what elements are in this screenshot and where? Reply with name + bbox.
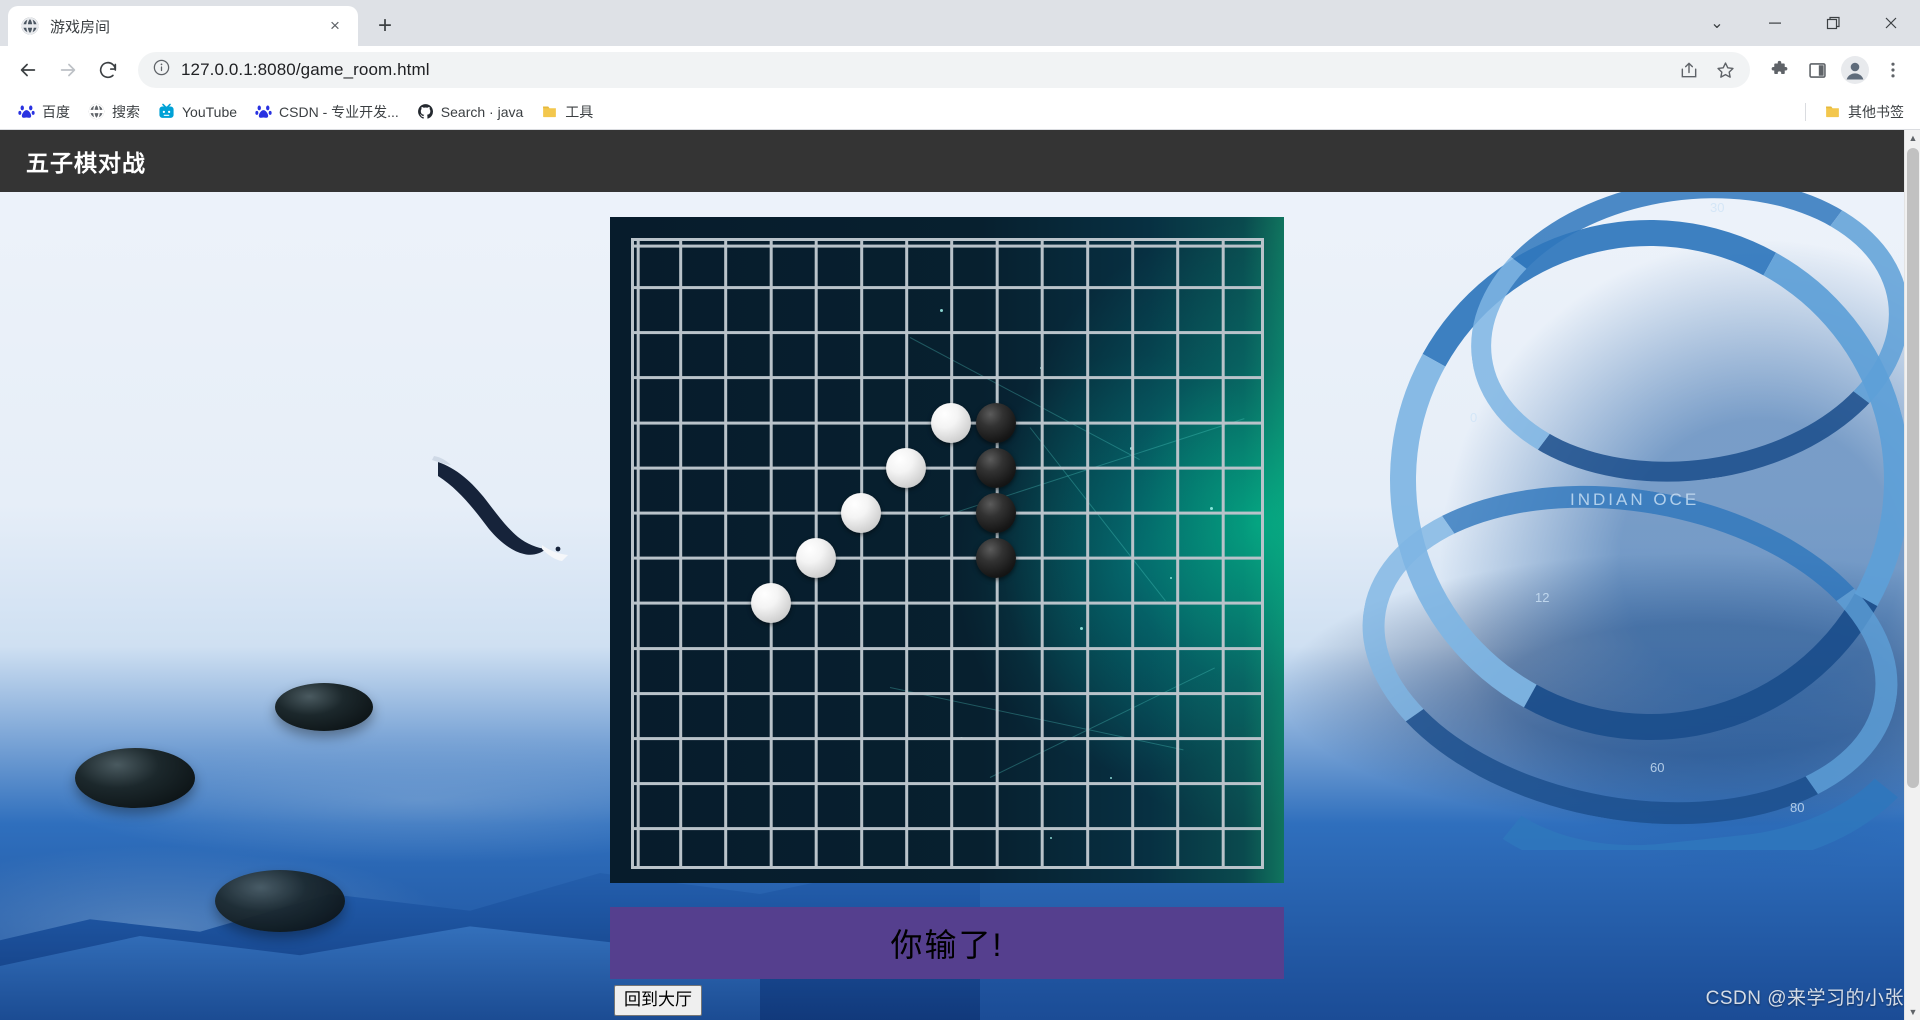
bookmark-label: 工具 [565, 103, 594, 120]
bookmark-youtube[interactable]: YouTube [150, 99, 245, 124]
other-bookmarks-label: 其他书签 [1848, 103, 1904, 120]
bookmarks-bar: 百度 搜索 YouTube CSDN - 专业开发... Search · ja… [0, 94, 1920, 130]
bookmark-label: CSDN - 专业开发... [279, 103, 399, 120]
decorative-go-stone [275, 683, 373, 731]
black-stone [975, 537, 1016, 578]
bookmark-tools[interactable]: 工具 [533, 98, 601, 126]
bilibili-tv-icon [158, 103, 175, 120]
minimize-button[interactable] [1746, 0, 1804, 46]
page-scrollbar[interactable]: ▲ ▼ [1904, 130, 1920, 1020]
bookmark-search[interactable]: 搜索 [80, 98, 148, 126]
other-bookmarks-area: 其他书签 [1799, 98, 1912, 126]
white-stone [840, 492, 881, 533]
folder-icon [1824, 103, 1841, 120]
back-to-lobby-button[interactable]: 回到大厅 [614, 985, 702, 1016]
three-dot-menu-icon[interactable] [1876, 53, 1910, 87]
address-bar[interactable]: 127.0.0.1:8080/game_room.html [138, 52, 1750, 88]
result-text: 你输了! [890, 927, 1004, 963]
bookmark-search-java[interactable]: Search · java [409, 99, 531, 124]
profile-avatar-icon[interactable] [1838, 53, 1872, 87]
globe-artwork: 30 0 12 60 80 INDIAN OCE [1320, 160, 1920, 850]
share-icon[interactable] [1672, 53, 1706, 87]
white-stone [885, 447, 926, 488]
board-grid[interactable] [631, 238, 1264, 869]
folder-icon [541, 103, 558, 120]
bookmark-label: YouTube [182, 103, 238, 120]
close-window-button[interactable] [1862, 0, 1920, 46]
scroll-up-arrow[interactable]: ▲ [1905, 130, 1920, 146]
tab-title: 游戏房间 [50, 18, 111, 36]
scroll-thumb[interactable] [1907, 148, 1919, 788]
star-icon[interactable] [1708, 53, 1742, 87]
page-title: 五子棋对战 [26, 150, 146, 176]
decorative-go-stone [215, 870, 345, 932]
reload-button[interactable] [90, 52, 126, 88]
scroll-down-arrow[interactable]: ▼ [1905, 1004, 1920, 1020]
tab-strip: 游戏房间 × + ⌄ [0, 0, 1920, 46]
other-bookmarks-button[interactable]: 其他书签 [1816, 98, 1912, 126]
window-controls: ⌄ [1688, 0, 1920, 46]
white-stone [930, 402, 971, 443]
extensions-puzzle-icon[interactable] [1762, 53, 1796, 87]
close-icon[interactable]: × [324, 15, 346, 37]
baidu-paw-icon [255, 103, 272, 120]
back-button[interactable] [10, 52, 46, 88]
browser-toolbar: 127.0.0.1:8080/game_room.html [0, 46, 1920, 94]
site-header: 五子棋对战 [0, 130, 1920, 192]
url-text: 127.0.0.1:8080/game_room.html [181, 60, 430, 79]
black-stone [975, 447, 1016, 488]
bookmark-label: 搜索 [112, 103, 140, 120]
baidu-paw-icon [18, 103, 35, 120]
browser-window: 游戏房间 × + ⌄ 127.0.0.1:8080/game_room.html… [0, 0, 1920, 1020]
gomoku-board[interactable] [610, 217, 1284, 883]
black-stone [975, 492, 1016, 533]
page-viewport: 30 0 12 60 80 INDIAN OCE 五子棋对战 你输了! 回到大厅… [0, 130, 1920, 1020]
info-circle-icon[interactable] [152, 58, 171, 82]
white-stone [795, 537, 836, 578]
eagle-illustration [430, 450, 610, 600]
decorative-go-stone [75, 748, 195, 808]
globe-icon [20, 16, 40, 36]
new-tab-button[interactable]: + [368, 9, 402, 43]
divider [1805, 102, 1806, 121]
grid-right-edge [1261, 241, 1264, 869]
bookmark-label: 百度 [42, 103, 70, 120]
side-panel-icon[interactable] [1800, 53, 1834, 87]
globe-icon [88, 103, 105, 120]
bookmark-label: Search · java [440, 103, 524, 120]
grid-bottom-edge [634, 866, 1264, 869]
github-icon [417, 103, 434, 120]
game-result-banner: 你输了! [610, 907, 1284, 979]
maximize-button[interactable] [1804, 0, 1862, 46]
black-stone [975, 402, 1016, 443]
chevron-down-icon[interactable]: ⌄ [1688, 0, 1746, 46]
watermark: CSDN @来学习的小张 [1705, 988, 1904, 1009]
forward-button[interactable] [50, 52, 86, 88]
bookmark-baidu[interactable]: 百度 [10, 98, 78, 126]
white-stone [750, 582, 791, 623]
bookmark-csdn[interactable]: CSDN - 专业开发... [247, 98, 407, 126]
browser-tab[interactable]: 游戏房间 × [8, 6, 358, 46]
